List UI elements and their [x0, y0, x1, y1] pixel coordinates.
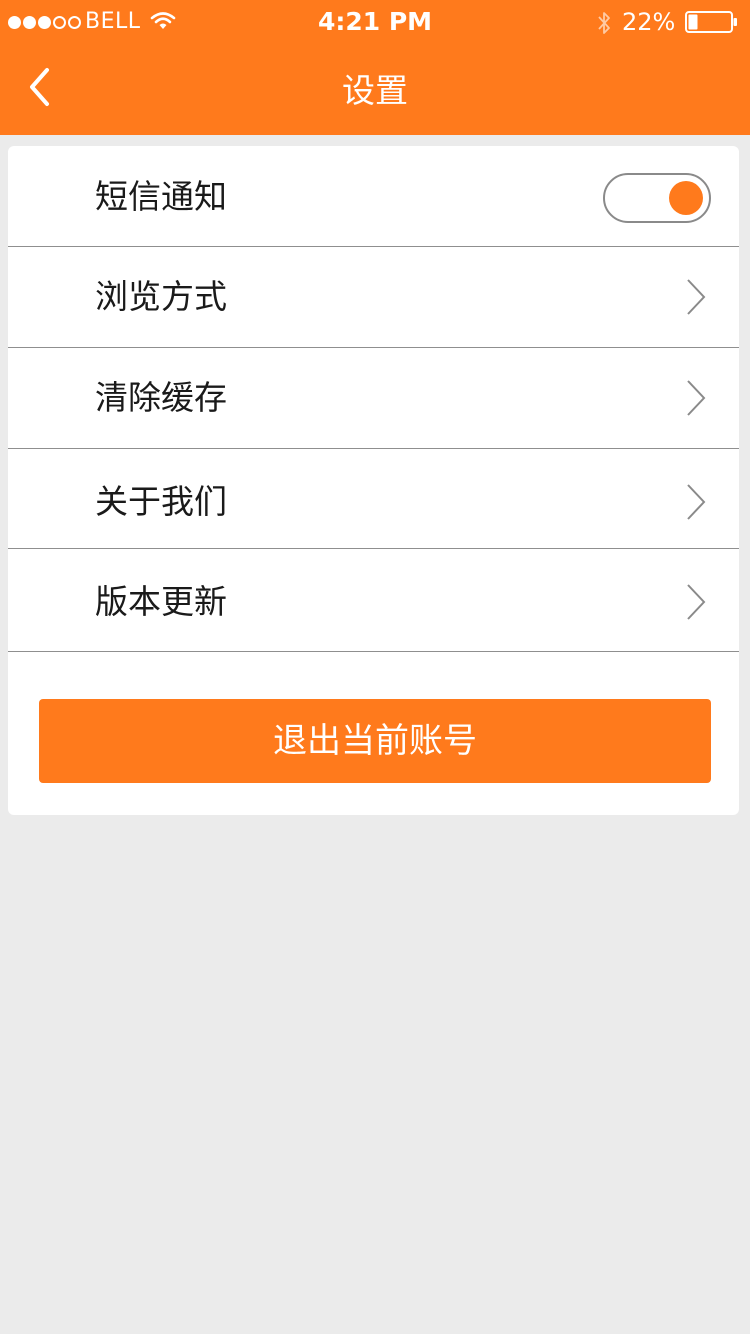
settings-row-label: 浏览方式 — [95, 277, 227, 316]
settings-row-version-update[interactable]: 版本更新 — [8, 549, 739, 652]
settings-row-label: 清除缓存 — [95, 378, 227, 417]
settings-row-about-us[interactable]: 关于我们 — [8, 449, 739, 549]
page-title: 设置 — [342, 71, 408, 110]
header: BELL 4:21 PM 22% 设置 — [0, 0, 750, 135]
settings-row-label: 短信通知 — [95, 177, 227, 216]
settings-row-label: 版本更新 — [95, 582, 227, 621]
status-bar: BELL 4:21 PM 22% — [0, 0, 750, 44]
settings-row-clear-cache[interactable]: 清除缓存 — [8, 348, 739, 449]
chevron-right-icon — [687, 380, 706, 416]
chevron-right-icon — [687, 584, 706, 620]
sms-notification-toggle[interactable] — [603, 173, 711, 223]
toggle-knob — [669, 181, 703, 215]
settings-row-sms-notification: 短信通知 — [8, 146, 739, 247]
battery-icon — [685, 11, 737, 33]
chevron-right-icon — [687, 484, 706, 520]
logout-button[interactable]: 退出当前账号 — [39, 699, 711, 783]
battery-percent: 22% — [622, 8, 676, 36]
settings-row-browse-mode[interactable]: 浏览方式 — [8, 247, 739, 348]
bluetooth-icon — [598, 12, 610, 34]
navigation-bar: 设置 — [0, 44, 750, 135]
settings-card: 短信通知 浏览方式 清除缓存 关于我们 版本更新 退出当前账号 — [8, 146, 739, 815]
chevron-right-icon — [687, 279, 706, 315]
settings-row-label: 关于我们 — [95, 482, 227, 521]
